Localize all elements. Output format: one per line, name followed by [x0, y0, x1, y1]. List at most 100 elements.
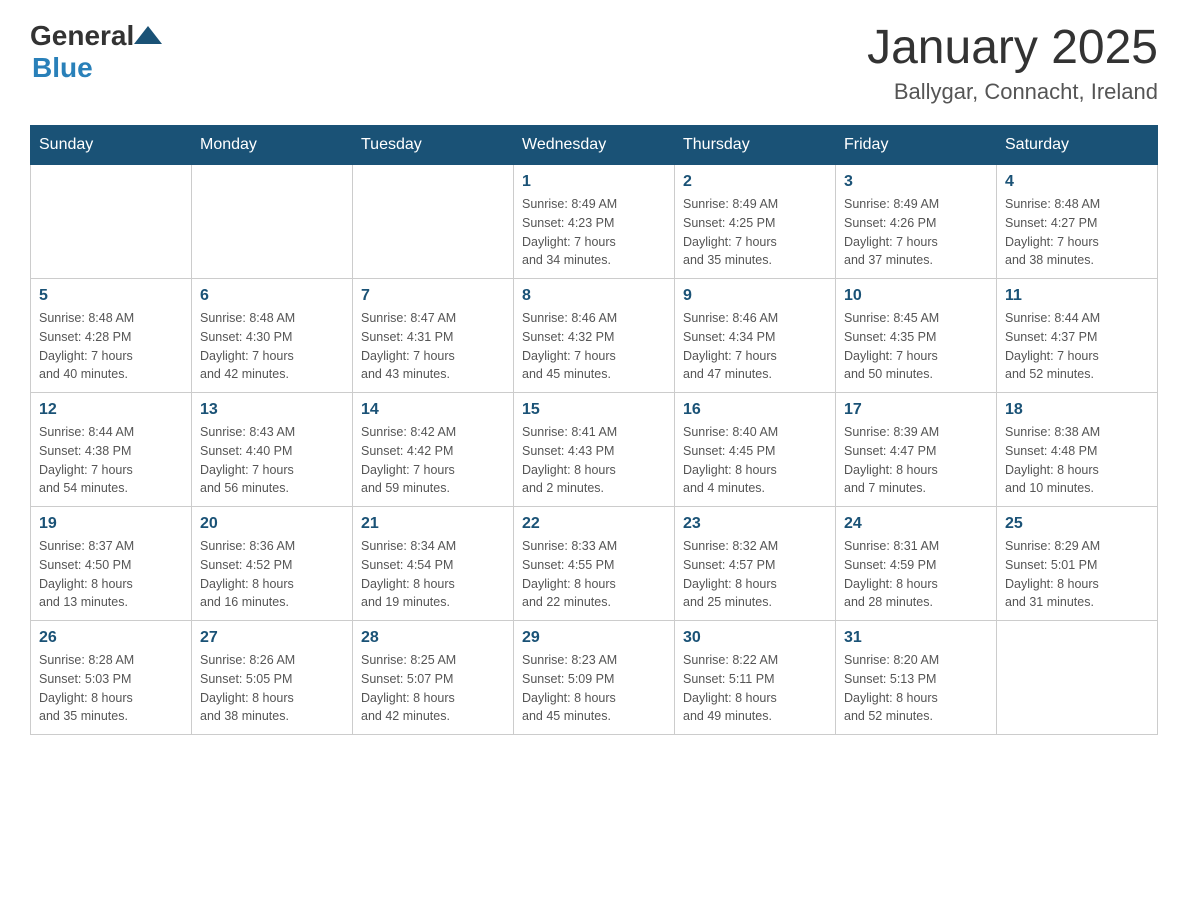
day-number: 6 [200, 287, 344, 305]
calendar-cell [353, 165, 514, 279]
calendar-cell: 25 Sunrise: 8:29 AM Sunset: 5:01 PM Dayli… [997, 507, 1158, 621]
day-number: 3 [844, 173, 988, 191]
calendar-cell: 7Sunrise: 8:47 AM Sunset: 4:31 PM Daylig… [353, 279, 514, 393]
day-number: 23 [683, 515, 827, 533]
day-number: 30 [683, 629, 827, 647]
day-info: Sunrise: 8:34 AM Sunset: 4:54 PM Dayligh… [361, 537, 505, 612]
calendar-cell: 20Sunrise: 8:36 AM Sunset: 4:52 PM Dayli… [192, 507, 353, 621]
day-info: Sunrise: 8:49 AM Sunset: 4:25 PM Dayligh… [683, 195, 827, 270]
calendar-cell: 30 Sunrise: 8:22 AM Sunset: 5:11 PM Dayli… [675, 621, 836, 735]
day-number: 11 [1005, 287, 1149, 305]
day-number: 18 [1005, 401, 1149, 419]
calendar-cell: 12 Sunrise: 8:44 AM Sunset: 4:38 PM Dayli… [31, 393, 192, 507]
day-info: Sunrise: 8:46 AM Sunset: 4:34 PM Dayligh… [683, 309, 827, 384]
day-number: 19 [39, 515, 183, 533]
day-info: Sunrise: 8:49 AM Sunset: 4:26 PM Dayligh… [844, 195, 988, 270]
calendar-cell: 8 Sunrise: 8:46 AM Sunset: 4:32 PM Daylig… [514, 279, 675, 393]
calendar-cell: 17 Sunrise: 8:39 AM Sunset: 4:47 PM Dayli… [836, 393, 997, 507]
day-info: Sunrise: 8:37 AM Sunset: 4:50 PM Dayligh… [39, 537, 183, 612]
calendar-cell: 14 Sunrise: 8:42 AM Sunset: 4:42 PM Dayli… [353, 393, 514, 507]
day-number: 17 [844, 401, 988, 419]
calendar-week-row: 1 Sunrise: 8:49 AM Sunset: 4:23 PM Daylig… [31, 165, 1158, 279]
header-cell-tuesday: Tuesday [353, 126, 514, 165]
day-number: 8 [522, 287, 666, 305]
day-number: 10 [844, 287, 988, 305]
calendar-cell: 31Sunrise: 8:20 AM Sunset: 5:13 PM Dayli… [836, 621, 997, 735]
logo-triangle-icon [134, 22, 162, 50]
day-info: Sunrise: 8:40 AM Sunset: 4:45 PM Dayligh… [683, 423, 827, 498]
day-number: 2 [683, 173, 827, 191]
calendar-cell: 3 Sunrise: 8:49 AM Sunset: 4:26 PM Daylig… [836, 165, 997, 279]
day-info: Sunrise: 8:22 AM Sunset: 5:11 PM Dayligh… [683, 651, 827, 726]
day-number: 24 [844, 515, 988, 533]
calendar-cell: 5Sunrise: 8:48 AM Sunset: 4:28 PM Daylig… [31, 279, 192, 393]
day-info: Sunrise: 8:23 AM Sunset: 5:09 PM Dayligh… [522, 651, 666, 726]
calendar-cell: 11 Sunrise: 8:44 AM Sunset: 4:37 PM Dayli… [997, 279, 1158, 393]
day-number: 26 [39, 629, 183, 647]
calendar-week-row: 5Sunrise: 8:48 AM Sunset: 4:28 PM Daylig… [31, 279, 1158, 393]
day-number: 22 [522, 515, 666, 533]
day-number: 31 [844, 629, 988, 647]
calendar-cell: 6Sunrise: 8:48 AM Sunset: 4:30 PM Daylig… [192, 279, 353, 393]
day-number: 9 [683, 287, 827, 305]
day-info: Sunrise: 8:39 AM Sunset: 4:47 PM Dayligh… [844, 423, 988, 498]
day-number: 14 [361, 401, 505, 419]
calendar-cell: 15 Sunrise: 8:41 AM Sunset: 4:43 PM Dayli… [514, 393, 675, 507]
logo-blue-text: Blue [32, 52, 93, 84]
calendar-cell [997, 621, 1158, 735]
day-info: Sunrise: 8:36 AM Sunset: 4:52 PM Dayligh… [200, 537, 344, 612]
day-info: Sunrise: 8:45 AM Sunset: 4:35 PM Dayligh… [844, 309, 988, 384]
day-info: Sunrise: 8:44 AM Sunset: 4:38 PM Dayligh… [39, 423, 183, 498]
day-info: Sunrise: 8:32 AM Sunset: 4:57 PM Dayligh… [683, 537, 827, 612]
day-number: 13 [200, 401, 344, 419]
day-number: 21 [361, 515, 505, 533]
day-info: Sunrise: 8:31 AM Sunset: 4:59 PM Dayligh… [844, 537, 988, 612]
calendar-subtitle: Ballygar, Connacht, Ireland [867, 79, 1158, 105]
header-cell-monday: Monday [192, 126, 353, 165]
calendar-week-row: 26 Sunrise: 8:28 AM Sunset: 5:03 PM Dayli… [31, 621, 1158, 735]
day-info: Sunrise: 8:28 AM Sunset: 5:03 PM Dayligh… [39, 651, 183, 726]
calendar-cell: 1 Sunrise: 8:49 AM Sunset: 4:23 PM Daylig… [514, 165, 675, 279]
day-number: 4 [1005, 173, 1149, 191]
calendar-cell: 4Sunrise: 8:48 AM Sunset: 4:27 PM Daylig… [997, 165, 1158, 279]
calendar-cell: 26 Sunrise: 8:28 AM Sunset: 5:03 PM Dayli… [31, 621, 192, 735]
day-number: 25 [1005, 515, 1149, 533]
day-number: 7 [361, 287, 505, 305]
calendar-cell: 23 Sunrise: 8:32 AM Sunset: 4:57 PM Dayli… [675, 507, 836, 621]
calendar-header-row: SundayMondayTuesdayWednesdayThursdayFrid… [31, 126, 1158, 165]
day-info: Sunrise: 8:25 AM Sunset: 5:07 PM Dayligh… [361, 651, 505, 726]
title-section: January 2025 Ballygar, Connacht, Ireland [867, 20, 1158, 105]
day-info: Sunrise: 8:44 AM Sunset: 4:37 PM Dayligh… [1005, 309, 1149, 384]
calendar-cell: 9 Sunrise: 8:46 AM Sunset: 4:34 PM Daylig… [675, 279, 836, 393]
calendar-cell: 21 Sunrise: 8:34 AM Sunset: 4:54 PM Dayli… [353, 507, 514, 621]
day-info: Sunrise: 8:29 AM Sunset: 5:01 PM Dayligh… [1005, 537, 1149, 612]
calendar-cell: 22 Sunrise: 8:33 AM Sunset: 4:55 PM Dayli… [514, 507, 675, 621]
day-info: Sunrise: 8:46 AM Sunset: 4:32 PM Dayligh… [522, 309, 666, 384]
day-info: Sunrise: 8:49 AM Sunset: 4:23 PM Dayligh… [522, 195, 666, 270]
header-cell-thursday: Thursday [675, 126, 836, 165]
day-info: Sunrise: 8:41 AM Sunset: 4:43 PM Dayligh… [522, 423, 666, 498]
logo-general-text: General [30, 20, 134, 52]
day-number: 1 [522, 173, 666, 191]
header-cell-friday: Friday [836, 126, 997, 165]
calendar-week-row: 19 Sunrise: 8:37 AM Sunset: 4:50 PM Dayli… [31, 507, 1158, 621]
calendar-cell: 19 Sunrise: 8:37 AM Sunset: 4:50 PM Dayli… [31, 507, 192, 621]
day-number: 29 [522, 629, 666, 647]
logo: General Blue [30, 20, 162, 84]
calendar-cell: 28 Sunrise: 8:25 AM Sunset: 5:07 PM Dayli… [353, 621, 514, 735]
header-cell-sunday: Sunday [31, 126, 192, 165]
calendar-cell [31, 165, 192, 279]
calendar-cell: 29 Sunrise: 8:23 AM Sunset: 5:09 PM Dayli… [514, 621, 675, 735]
day-info: Sunrise: 8:48 AM Sunset: 4:28 PM Dayligh… [39, 309, 183, 384]
day-info: Sunrise: 8:38 AM Sunset: 4:48 PM Dayligh… [1005, 423, 1149, 498]
header-cell-saturday: Saturday [997, 126, 1158, 165]
calendar-week-row: 12 Sunrise: 8:44 AM Sunset: 4:38 PM Dayli… [31, 393, 1158, 507]
day-number: 28 [361, 629, 505, 647]
calendar-title: January 2025 [867, 20, 1158, 75]
day-info: Sunrise: 8:33 AM Sunset: 4:55 PM Dayligh… [522, 537, 666, 612]
day-number: 12 [39, 401, 183, 419]
day-info: Sunrise: 8:26 AM Sunset: 5:05 PM Dayligh… [200, 651, 344, 726]
page-header: General Blue January 2025 Ballygar, Conn… [30, 20, 1158, 105]
day-number: 15 [522, 401, 666, 419]
day-info: Sunrise: 8:42 AM Sunset: 4:42 PM Dayligh… [361, 423, 505, 498]
